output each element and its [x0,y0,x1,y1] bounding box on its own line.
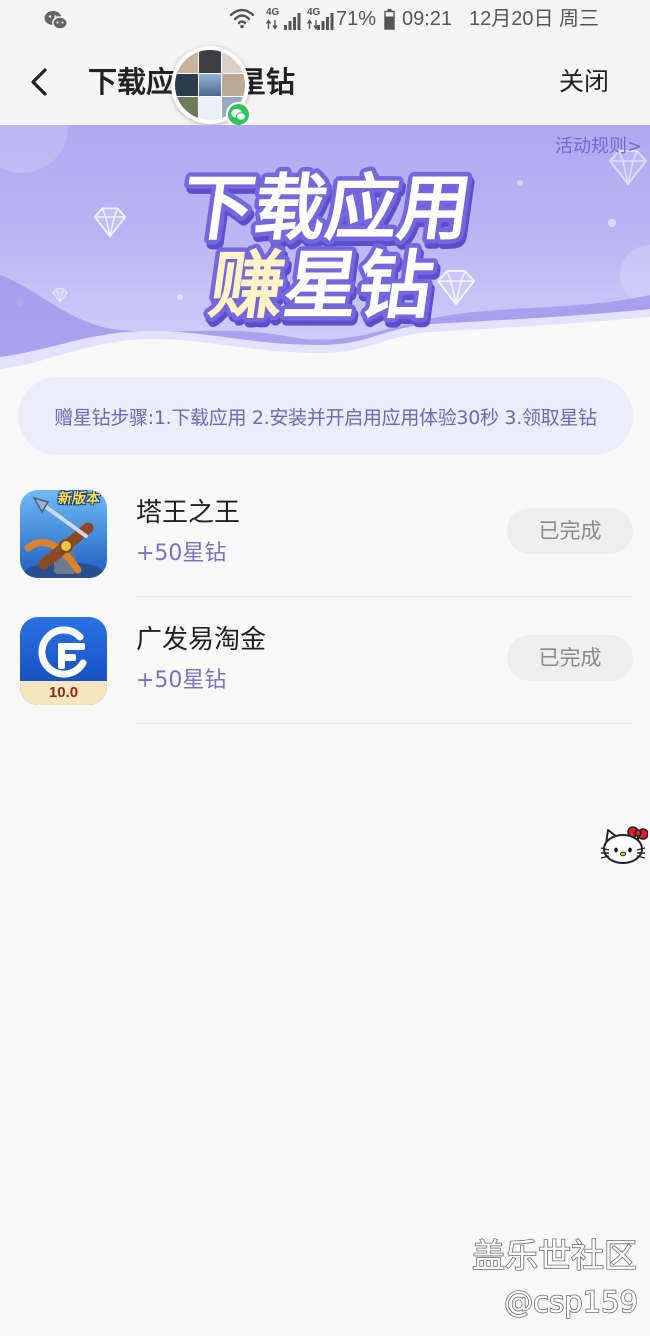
clock: 09:21 [402,8,453,30]
banner-art: 下载应用 下载应用 赚星钻 赚星钻 [0,125,650,375]
app-name: 塔王之王 [136,498,241,528]
dot-decoration [177,294,183,300]
signal-bars-icon [317,13,334,30]
avatar-tile [222,73,245,97]
app-name: 广发易淘金 [136,625,267,655]
tower-king-game-icon[interactable]: 新版本 [20,490,107,578]
sim1-network-label: 4G [266,7,280,18]
dot-decoration [517,180,523,186]
app-reward: +50星钻 [136,541,227,566]
sim1-network-indicator: 4G [263,6,303,34]
diamond-icon [437,270,475,305]
bubble-decoration [0,125,68,173]
status-bar: 4G 4G 71% 09:21 12月20日 周三 [0,0,650,40]
completed-button[interactable]: 已完成 [507,635,633,681]
headline-earn-word: 赚 [204,242,290,329]
gf-yitaojin-app-icon[interactable]: 10.0 [20,617,107,705]
watermark-community: 盖乐世社区 [472,1236,637,1275]
data-arrows-icon [265,19,278,30]
app-list-item[interactable]: 新版本 塔王之王 +50星钻 已完成 [0,478,650,598]
wechat-icon [231,108,246,121]
dot-decoration [608,219,616,227]
avatar-tile [198,50,222,73]
steps-banner: 赠星钻步骤:1.下载应用 2.安装并开启用应用体验30秒 3.领取星钻 [18,377,633,455]
wechat-badge-icon [226,102,251,127]
banner-headline-line2: 赚星钻 赚星钻 [200,238,445,339]
steps-text: 赠星钻步骤:1.下载应用 2.安装并开启用应用体验30秒 3.领取星钻 [54,406,597,429]
wifi-icon [229,8,255,29]
hello-kitty-icon[interactable] [600,822,648,866]
new-version-badge: 新版本 [56,491,102,507]
sim2-network-indicator: 4G [304,6,334,34]
headline-star-diamond-word: 星钻 [278,242,438,329]
divider [136,723,633,724]
completed-button[interactable]: 已完成 [507,508,633,554]
watermark: 盖乐世社区 @csp159 [471,1235,639,1320]
date: 12月20日 周三 [469,8,600,30]
app-reward: +50星钻 [136,668,227,693]
avatar-tile [198,97,222,120]
headline-text: 下载应用 [176,167,476,251]
avatar-tile [175,73,198,97]
close-button[interactable]: 关闭 [559,64,609,100]
battery-percent: 71% [336,8,377,30]
watermark-user: @csp159 [504,1285,638,1319]
diamond-icon [93,207,127,238]
divider [136,596,633,597]
activity-rules-link[interactable]: 活动规则> [555,136,642,158]
headline-text: 赚星钻 [204,242,438,329]
battery-icon [384,9,395,30]
page-title-start: 下载应 [88,65,176,99]
promo-banner: 下载应用 下载应用 赚星钻 赚星钻 [0,125,650,375]
diamond-icon [52,288,68,303]
version-label: 10.0 [48,684,79,701]
avatar-tile [198,73,222,97]
app-list-item[interactable]: 10.0 广发易淘金 +50星钻 已完成 [0,605,650,725]
back-arrow-icon[interactable] [28,67,52,97]
signal-bars-icon [284,13,301,30]
wechat-icon [44,11,68,30]
